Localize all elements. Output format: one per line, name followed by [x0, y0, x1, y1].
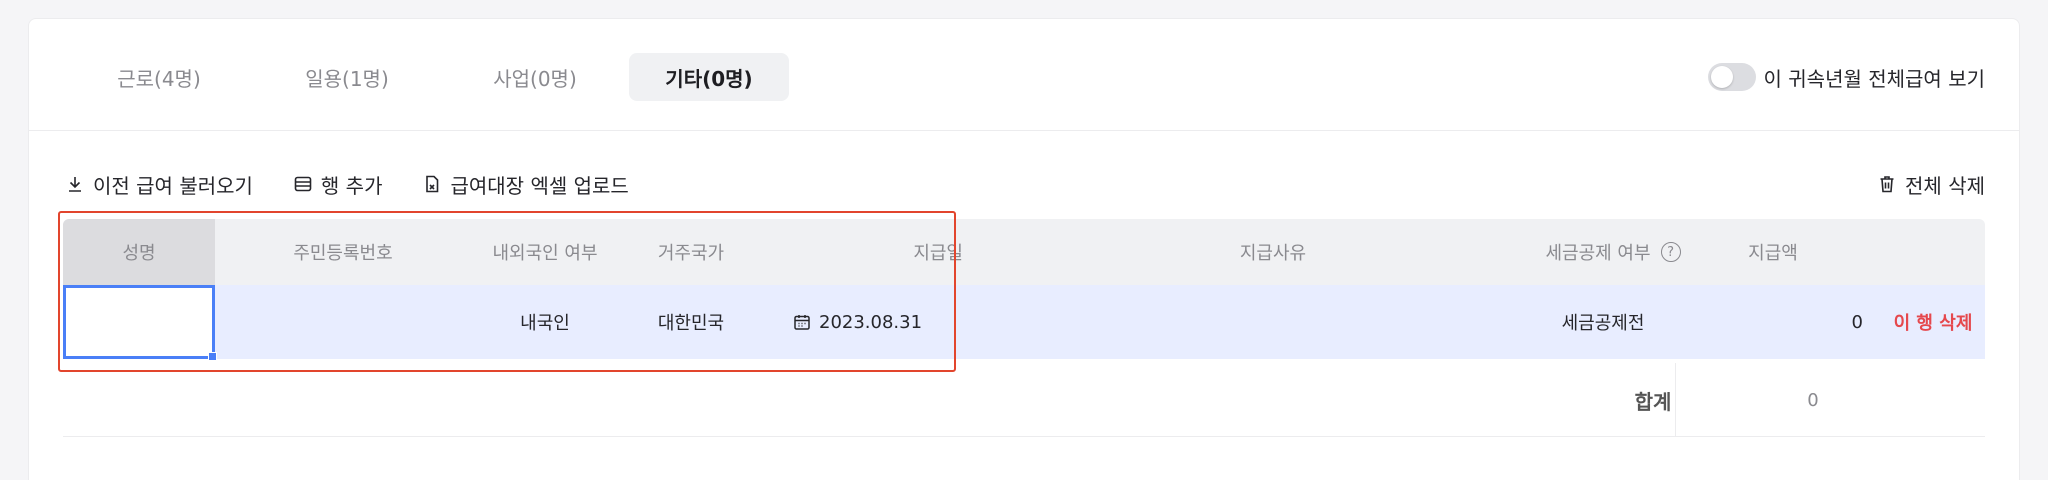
- header-nationality: 내외국인 여부: [492, 243, 598, 264]
- tab-bar: 근로(4명) 일용(1명) 사업(0명) 기타(0명) 이 귀속년월 전체급여 …: [29, 19, 2019, 131]
- fill-handle[interactable]: [208, 352, 217, 361]
- payroll-card: 근로(4명) 일용(1명) 사업(0명) 기타(0명) 이 귀속년월 전체급여 …: [28, 18, 2020, 480]
- nationality-cell[interactable]: 내국인: [475, 285, 615, 359]
- header-reason: 지급사유: [1239, 243, 1307, 264]
- payroll-table: 성명 주민등록번호 내외국인 여부 거주국가 지급일 지급사유 세금공제 여부 …: [63, 219, 1985, 437]
- tab-labor[interactable]: 근로(4명): [79, 53, 239, 101]
- trash-icon: [1880, 176, 1894, 193]
- total-divider: [1675, 363, 1676, 437]
- tab-business[interactable]: 사업(0명): [455, 53, 615, 101]
- table-header: 성명 주민등록번호 내외국인 여부 거주국가 지급일 지급사유 세금공제 여부 …: [63, 219, 1985, 285]
- tab-other[interactable]: 기타(0명): [629, 53, 789, 101]
- reason-cell[interactable]: [963, 285, 1503, 359]
- header-rrn: 주민등록번호: [293, 243, 393, 264]
- rows-icon: [294, 176, 312, 192]
- delete-all-label: 전체 삭제: [1905, 173, 1985, 198]
- amount-cell[interactable]: 0: [1763, 285, 1863, 359]
- name-cell-input[interactable]: [63, 285, 217, 361]
- total-row: 합계 0: [63, 363, 1985, 437]
- calendar-icon: [794, 315, 810, 330]
- tax-deduction-cell[interactable]: 세금공제전: [1503, 285, 1703, 359]
- header-amount: 지급액: [1748, 243, 1798, 264]
- total-value: 0: [1807, 389, 1819, 411]
- upload-file-icon: [426, 175, 439, 193]
- help-icon[interactable]: ?: [1660, 242, 1681, 262]
- load-previous-payroll-label: 이전 급여 불러오기: [93, 173, 253, 198]
- load-previous-payroll-button[interactable]: 이전 급여 불러오기: [65, 170, 253, 199]
- delete-row-button[interactable]: 이 행 삭제: [1883, 285, 1983, 359]
- toolbar: 이전 급여 불러오기 행 추가 급여대장 엑셀 업로드 전체 삭제: [65, 167, 1985, 201]
- table-row: 내국인 대한민국 2023.08.31 세금공제전 0 이 행 삭제: [63, 285, 1985, 361]
- download-icon: [69, 177, 81, 192]
- excel-upload-label: 급여대장 엑셀 업로드: [450, 173, 629, 198]
- full-payroll-toggle-label: 이 귀속년월 전체급여 보기: [1763, 66, 1985, 91]
- pay-date-value: 2023.08.31: [819, 311, 923, 333]
- rrn-cell[interactable]: [253, 285, 433, 359]
- header-country: 거주국가: [657, 243, 725, 264]
- full-payroll-toggle-group: 이 귀속년월 전체급여 보기: [1707, 63, 1985, 91]
- tab-daily[interactable]: 일용(1명): [267, 53, 427, 101]
- full-payroll-toggle[interactable]: [1707, 63, 1756, 91]
- header-name: 성명: [63, 219, 215, 285]
- header-pay-date: 지급일: [913, 243, 963, 264]
- country-cell[interactable]: 대한민국: [631, 285, 751, 359]
- header-tax-deduction: 세금공제 여부 ?: [1503, 219, 1723, 285]
- pay-date-cell[interactable]: 2023.08.31: [793, 285, 963, 359]
- total-label: 합계: [1634, 389, 1672, 414]
- delete-all-button[interactable]: 전체 삭제: [1877, 170, 1985, 199]
- excel-upload-button[interactable]: 급여대장 엑셀 업로드: [422, 170, 629, 199]
- add-row-label: 행 추가: [320, 173, 383, 198]
- header-tax-deduction-label: 세금공제 여부: [1545, 243, 1651, 264]
- add-row-button[interactable]: 행 추가: [293, 170, 383, 199]
